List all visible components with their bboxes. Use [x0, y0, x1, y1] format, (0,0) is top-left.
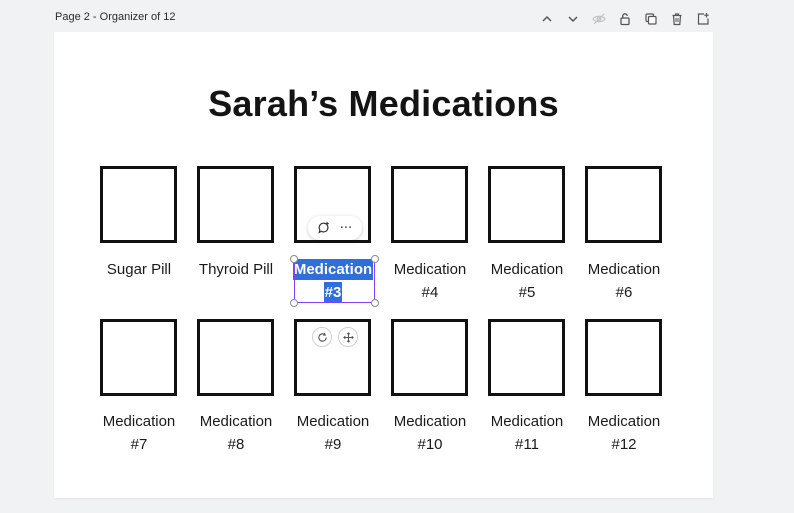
add-page-icon[interactable]: [694, 10, 712, 28]
pill-box-4[interactable]: [391, 166, 468, 243]
resize-handle[interactable]: [371, 299, 379, 307]
pill-box-9[interactable]: [294, 319, 371, 396]
pill-box-12[interactable]: [585, 319, 662, 396]
comment-add-icon[interactable]: [316, 220, 332, 236]
chevron-up-icon[interactable]: [538, 10, 556, 28]
context-toolbar: ···: [308, 216, 362, 240]
page-label: Page 2 - Organizer of 12: [55, 11, 176, 23]
label-line: Medication: [587, 413, 661, 430]
pill-box-2[interactable]: [197, 166, 274, 243]
medication-label-6[interactable]: Medication #6: [564, 258, 684, 304]
medication-label-12[interactable]: Medication #12: [564, 410, 684, 456]
resize-handle[interactable]: [290, 299, 298, 307]
move-icon[interactable]: [338, 327, 358, 347]
page-title[interactable]: Sarah’s Medications: [54, 83, 713, 125]
resize-handle[interactable]: [371, 255, 379, 263]
pill-box-1[interactable]: [100, 166, 177, 243]
trash-icon[interactable]: [668, 10, 686, 28]
label-line-selected: Medication: [292, 259, 374, 280]
label-line-selected: #3: [323, 282, 343, 303]
rotate-icon[interactable]: [312, 327, 332, 347]
eye-icon[interactable]: [590, 10, 608, 28]
label-line: #6: [615, 284, 633, 301]
label-line: Medication: [587, 261, 661, 278]
resize-handle[interactable]: [290, 255, 298, 263]
pill-box-10[interactable]: [391, 319, 468, 396]
chevron-down-icon[interactable]: [564, 10, 582, 28]
pill-box-8[interactable]: [197, 319, 274, 396]
pill-box-5[interactable]: [488, 166, 565, 243]
pill-box-11[interactable]: [488, 319, 565, 396]
duplicate-icon[interactable]: [642, 10, 660, 28]
design-canvas[interactable]: Sarah’s Medications Sugar Pill Thyroid P…: [54, 32, 713, 498]
pill-box-6[interactable]: [585, 166, 662, 243]
pill-box-7[interactable]: [100, 319, 177, 396]
lock-icon[interactable]: [616, 10, 634, 28]
label-line: #12: [611, 436, 637, 453]
more-options-icon[interactable]: ···: [338, 220, 354, 236]
